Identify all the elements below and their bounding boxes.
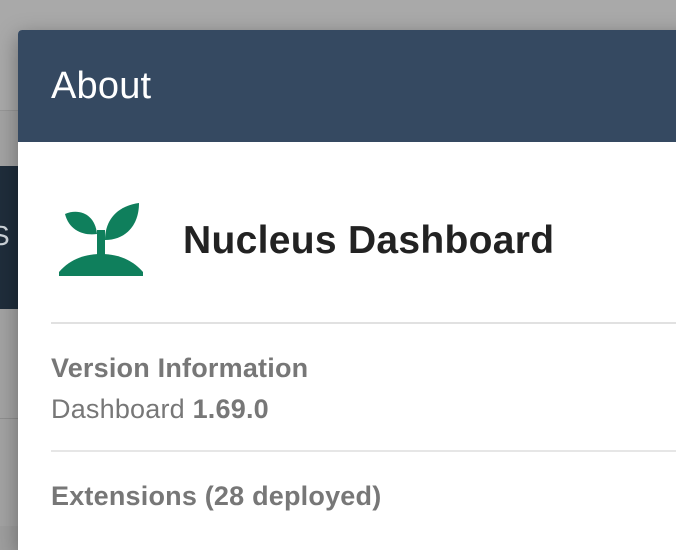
dashboard-version-line: Dashboard 1.69.0: [51, 393, 676, 425]
dialog-title: About: [51, 64, 152, 107]
extensions-heading: Extensions (28 deployed): [51, 481, 382, 511]
app-identity-row: Nucleus Dashboard: [51, 142, 676, 324]
about-dialog: About Nucleus Dashboard Version Informat…: [18, 30, 676, 550]
app-name: Nucleus Dashboard: [183, 219, 555, 262]
dialog-header: About: [18, 30, 676, 142]
dashboard-version-number: 1.69.0: [192, 394, 269, 424]
dashboard-version-label: Dashboard: [51, 394, 185, 424]
background-sidebar-glyph: S: [0, 220, 10, 251]
version-information-section: Version Information Dashboard 1.69.0: [51, 324, 676, 452]
sprout-icon: [59, 203, 143, 276]
dialog-body: Nucleus Dashboard Version Information Da…: [18, 142, 676, 512]
extensions-section: Extensions (28 deployed): [51, 452, 676, 512]
version-information-heading: Version Information: [51, 353, 309, 383]
